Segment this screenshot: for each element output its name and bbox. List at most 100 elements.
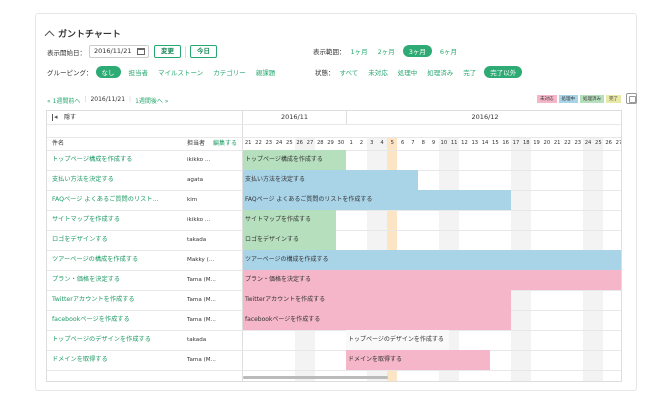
grouping-option[interactable]: マイルストーン bbox=[153, 67, 208, 77]
day-header: 24 bbox=[584, 140, 592, 146]
status-option[interactable]: 処理中 bbox=[393, 67, 423, 77]
day-header: 9 bbox=[431, 140, 436, 146]
day-header: 25 bbox=[286, 140, 293, 146]
task-assignee: agata bbox=[187, 177, 204, 183]
gantt-bar[interactable]: Twitterアカウントを作成する bbox=[243, 290, 511, 310]
gantt-bar[interactable]: サイトマップを作成する bbox=[243, 210, 336, 230]
day-header: 28 bbox=[316, 140, 324, 146]
date-controls: 表示開始日： 2016/11/21 変更 今日 bbox=[47, 45, 217, 58]
status-option[interactable]: すべて bbox=[335, 67, 364, 77]
status-option[interactable]: 完了以外 bbox=[484, 66, 523, 78]
task-link[interactable]: 支払い方法を決定する bbox=[52, 170, 114, 190]
row-divider bbox=[47, 350, 621, 351]
grouping-option[interactable]: カテゴリー bbox=[208, 67, 251, 77]
day-header: 26 bbox=[296, 140, 303, 146]
section-header[interactable]: ガントチャート bbox=[44, 27, 121, 41]
gantt-bar[interactable]: facebookページを作成する bbox=[243, 310, 511, 330]
status-option[interactable]: 処理済み bbox=[422, 67, 458, 77]
grouping-option[interactable]: 担当者 bbox=[124, 67, 154, 77]
gantt-grid: 隠す 件名 担当者 編集する 2122232425262728293012345… bbox=[46, 110, 622, 382]
gantt-bar[interactable]: ロゴをデザインする bbox=[243, 230, 336, 250]
task-link[interactable]: トップページのデザインを作成する bbox=[52, 330, 151, 350]
day-header: 18 bbox=[522, 140, 530, 146]
day-header: 30 bbox=[337, 140, 345, 146]
task-link[interactable]: サイトマップを作成する bbox=[52, 210, 120, 230]
legend-item: 未対応 bbox=[537, 95, 557, 103]
range-option[interactable]: 1ヶ月 bbox=[346, 46, 373, 56]
task-assignee: Makky (... bbox=[187, 257, 215, 263]
fullscreen-icon[interactable] bbox=[626, 93, 637, 104]
task-link[interactable]: ドメインを取得する bbox=[52, 350, 108, 370]
day-header: 23 bbox=[574, 140, 582, 146]
gantt-bar[interactable]: ツアーページの構成を作成する bbox=[243, 250, 621, 270]
collapse-left-icon[interactable] bbox=[52, 111, 60, 124]
status-option[interactable]: 未対応 bbox=[363, 67, 393, 77]
hide-toggle[interactable]: 隠す bbox=[47, 111, 243, 124]
day-header: 10 bbox=[440, 140, 448, 146]
calendar-icon[interactable] bbox=[137, 48, 145, 55]
day-header: 21 bbox=[553, 140, 561, 146]
day-header: 22 bbox=[255, 140, 262, 146]
task-link[interactable]: Twitterアカウントを作成する bbox=[52, 290, 135, 310]
start-date-input[interactable]: 2016/11/21 bbox=[89, 45, 149, 58]
task-assignee: Tama (M... bbox=[187, 357, 216, 363]
day-header: 17 bbox=[512, 140, 520, 146]
day-header: 27 bbox=[306, 140, 314, 146]
grouping-option[interactable]: 親課題 bbox=[251, 67, 281, 77]
day-header: 25 bbox=[595, 140, 602, 146]
task-link[interactable]: プラン・価格を決定する bbox=[52, 270, 120, 290]
month-header: 2016/12 bbox=[471, 113, 499, 121]
day-header: 29 bbox=[327, 140, 334, 146]
gantt-bar[interactable]: トップページ構成を作成する bbox=[243, 150, 346, 170]
prev-week-link[interactable]: « 1週間前へ bbox=[47, 96, 80, 105]
gantt-bar[interactable]: FAQページ よくあるご質問のリストを作成する bbox=[243, 190, 511, 210]
start-date-value: 2016/11/21 bbox=[94, 47, 132, 55]
grouping-label: グルーピング： bbox=[47, 69, 93, 77]
task-link[interactable]: facebookページを作成する bbox=[52, 310, 130, 330]
horizontal-scrollbar[interactable] bbox=[243, 376, 388, 379]
day-header: 21 bbox=[244, 140, 252, 146]
day-header: 27 bbox=[615, 140, 622, 146]
day-header: 2 bbox=[359, 140, 364, 146]
change-button[interactable]: 変更 bbox=[154, 45, 181, 58]
range-label: 表示範囲： bbox=[313, 48, 346, 56]
next-week-link[interactable]: 1週間後へ » bbox=[135, 96, 168, 105]
today-button[interactable]: 今日 bbox=[190, 45, 217, 58]
status-label: 状態： bbox=[315, 69, 335, 77]
gantt-bar[interactable]: トップページのデザインを作成する bbox=[346, 330, 449, 350]
gantt-bar[interactable]: 支払い方法を決定する bbox=[243, 170, 419, 190]
grouping-options: なし 担当者 マイルストーン カテゴリー 親課題 bbox=[93, 66, 281, 78]
column-header-assignee[interactable]: 担当者 bbox=[187, 137, 205, 150]
day-header: 19 bbox=[533, 140, 540, 146]
legend-item: 処理済み bbox=[580, 95, 604, 103]
range-controls: 表示範囲： 1ヶ月 2ヶ月 3ヶ月 6ヶ月 bbox=[313, 45, 462, 57]
nav-divider: | bbox=[84, 96, 87, 103]
range-option[interactable]: 3ヶ月 bbox=[402, 45, 432, 57]
collapse-chevron-icon[interactable] bbox=[44, 30, 55, 41]
gantt-bar[interactable]: ドメインを取得する bbox=[346, 350, 491, 370]
grid-line bbox=[47, 124, 621, 125]
day-header: 20 bbox=[543, 140, 551, 146]
day-header: 16 bbox=[502, 140, 509, 146]
task-link[interactable]: FAQページ よくあるご質問のリスト... bbox=[52, 190, 158, 210]
day-header: 15 bbox=[492, 140, 499, 146]
range-option[interactable]: 2ヶ月 bbox=[373, 46, 400, 56]
task-link[interactable]: トップページ構成を作成する bbox=[52, 150, 132, 170]
task-link[interactable]: ロゴをデザインする bbox=[52, 230, 108, 250]
gantt-bar[interactable]: プラン・価格を決定する bbox=[243, 270, 621, 290]
task-assignee: Tama (M... bbox=[187, 317, 216, 323]
edit-link[interactable]: 編集する bbox=[213, 137, 237, 150]
task-link[interactable]: ツアーページの構成を作成する bbox=[52, 250, 138, 270]
day-header: 1 bbox=[349, 140, 353, 146]
range-option[interactable]: 6ヶ月 bbox=[435, 46, 462, 56]
day-header: 11 bbox=[450, 140, 458, 146]
start-date-label: 表示開始日： bbox=[47, 48, 86, 57]
month-header: 2016/11 bbox=[280, 113, 308, 121]
legend-item: 処理中 bbox=[558, 95, 578, 103]
status-option[interactable]: 完了 bbox=[458, 67, 481, 77]
grouping-option[interactable]: なし bbox=[95, 66, 121, 78]
column-header-subject[interactable]: 件名 bbox=[52, 137, 64, 150]
day-header: 26 bbox=[605, 140, 612, 146]
day-header: 23 bbox=[265, 140, 273, 146]
status-legend: 未対応 処理中 処理済み 完了 bbox=[537, 95, 621, 103]
